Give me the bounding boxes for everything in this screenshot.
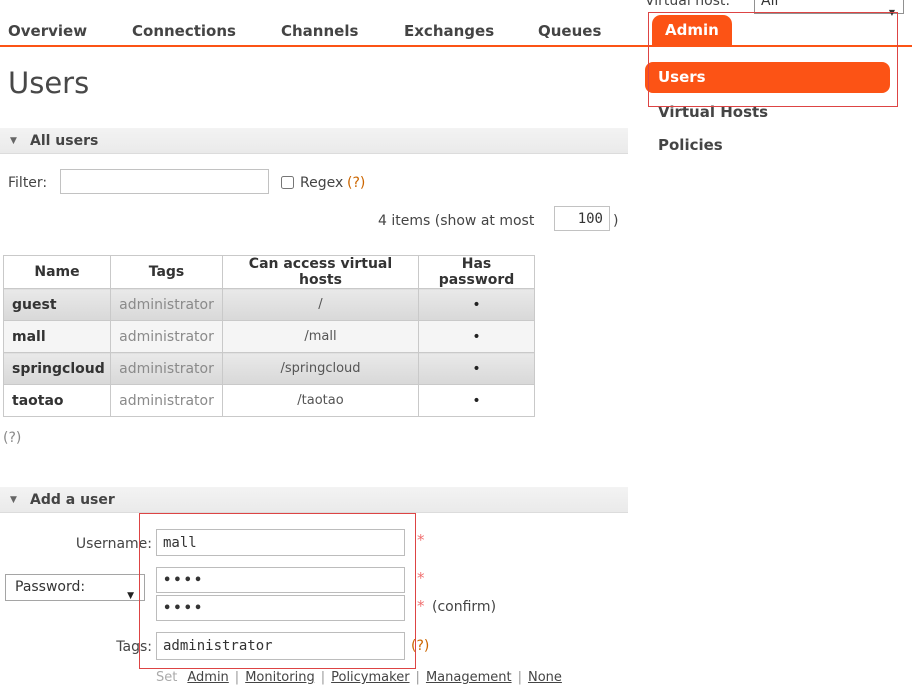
items-close-paren: ) (613, 213, 618, 229)
filter-input[interactable] (60, 169, 269, 194)
separator: | (235, 670, 239, 685)
sidebar-item-policies[interactable]: Policies (658, 136, 723, 154)
section-all-users-title: All users (30, 133, 98, 149)
column-header-name: Name (4, 256, 111, 289)
virtual-host-selected-value: All (761, 0, 778, 9)
user-tags: administrator (111, 289, 223, 321)
has-password-dot: • (419, 321, 535, 353)
user-name-link[interactable]: springcloud (4, 353, 111, 385)
table-row: guest administrator / • (4, 289, 535, 321)
required-asterisk: * (417, 597, 425, 615)
user-name-link[interactable]: guest (4, 289, 111, 321)
user-name-link[interactable]: taotao (4, 385, 111, 417)
tag-link-admin[interactable]: Admin (187, 670, 228, 685)
show-at-most-input[interactable] (554, 206, 610, 231)
username-label: Username: (8, 536, 152, 552)
separator: | (518, 670, 522, 685)
table-header-row: Name Tags Can access virtual hosts Has p… (4, 256, 535, 289)
tag-link-management[interactable]: Management (426, 670, 512, 685)
tags-label: Tags: (8, 639, 152, 655)
separator: | (321, 670, 325, 685)
tag-shortcuts-row: Set Admin | Monitoring | Policymaker | Manageme… (156, 670, 562, 685)
items-count-text: 4 items (show at most (378, 213, 534, 229)
tab-channels[interactable]: Channels (281, 22, 358, 40)
tag-link-none[interactable]: None (528, 670, 562, 685)
has-password-dot: • (419, 353, 535, 385)
tab-connections[interactable]: Connections (132, 22, 236, 40)
password-type-selected-value: Password: (15, 579, 85, 595)
tags-help-link[interactable]: (?) (411, 638, 429, 654)
section-all-users[interactable]: ▼ All users (0, 128, 628, 154)
chevron-down-icon: ▼ (127, 584, 134, 609)
separator: | (416, 670, 420, 685)
required-asterisk: * (417, 569, 425, 587)
password-type-select[interactable]: Password: ▼ (5, 574, 145, 601)
rabbitmq-users-page: Virtual host: All ▼ Overview Connections… (0, 0, 912, 694)
regex-label: Regex (300, 175, 343, 191)
user-vhosts: /mall (223, 321, 419, 353)
collapse-triangle-icon: ▼ (10, 495, 17, 505)
confirm-password-input[interactable] (156, 595, 405, 621)
user-vhosts: /taotao (223, 385, 419, 417)
has-password-dot: • (419, 289, 535, 321)
nav-underline (0, 45, 912, 47)
tab-exchanges[interactable]: Exchanges (404, 22, 494, 40)
page-title: Users (8, 66, 89, 100)
confirm-note: (confirm) (432, 599, 496, 615)
column-header-password: Has password (419, 256, 535, 289)
regex-checkbox[interactable] (281, 176, 294, 189)
table-row: taotao administrator /taotao • (4, 385, 535, 417)
sidebar-item-users[interactable]: Users (645, 62, 890, 93)
tab-queues[interactable]: Queues (538, 22, 601, 40)
collapse-triangle-icon: ▼ (10, 136, 17, 146)
user-name-link[interactable]: mall (4, 321, 111, 353)
column-header-tags: Tags (111, 256, 223, 289)
column-header-vhosts: Can access virtual hosts (223, 256, 419, 289)
virtual-host-label: Virtual host: (645, 0, 730, 9)
section-add-user-title: Add a user (30, 492, 115, 508)
tag-link-monitoring[interactable]: Monitoring (245, 670, 315, 685)
user-vhosts: /springcloud (223, 353, 419, 385)
sidebar-item-virtual-hosts[interactable]: Virtual Hosts (658, 103, 768, 121)
virtual-host-select[interactable]: All ▼ (754, 0, 904, 14)
tab-admin-active[interactable]: Admin (652, 15, 732, 46)
has-password-dot: • (419, 385, 535, 417)
set-label: Set (156, 670, 177, 685)
user-tags: administrator (111, 353, 223, 385)
user-vhosts: / (223, 289, 419, 321)
password-input[interactable] (156, 567, 405, 593)
tags-input[interactable] (156, 632, 405, 660)
username-input[interactable] (156, 529, 405, 556)
tag-link-policymaker[interactable]: Policymaker (331, 670, 409, 685)
users-table: Name Tags Can access virtual hosts Has p… (3, 255, 535, 417)
tab-overview[interactable]: Overview (8, 22, 87, 40)
table-row: springcloud administrator /springcloud • (4, 353, 535, 385)
regex-help-link[interactable]: (?) (347, 175, 365, 191)
filter-label: Filter: (8, 175, 47, 191)
table-help-link[interactable]: (?) (3, 430, 21, 446)
table-row: mall administrator /mall • (4, 321, 535, 353)
user-tags: administrator (111, 321, 223, 353)
user-tags: administrator (111, 385, 223, 417)
chevron-down-icon: ▼ (889, 1, 895, 24)
required-asterisk: * (417, 531, 425, 549)
section-add-user[interactable]: ▼ Add a user (0, 487, 628, 513)
